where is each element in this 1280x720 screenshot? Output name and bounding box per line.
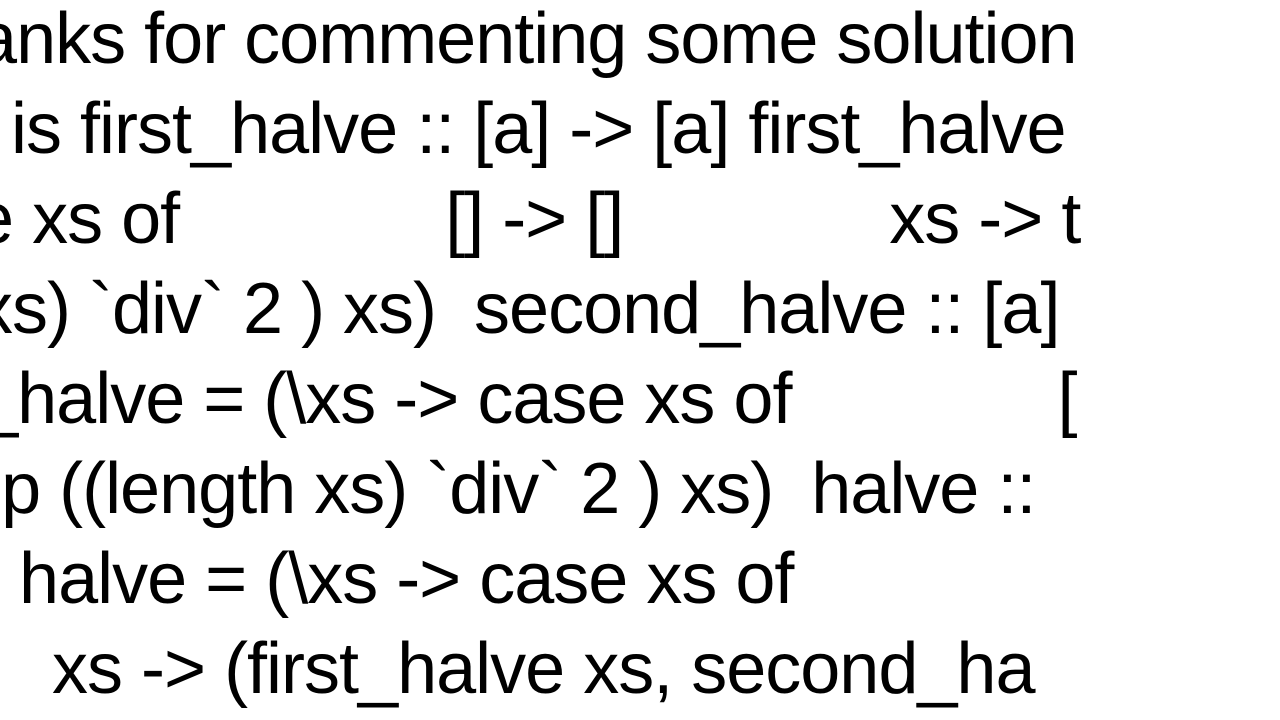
code-text-block: thanks for commenting some solution e it…	[0, 0, 1180, 714]
